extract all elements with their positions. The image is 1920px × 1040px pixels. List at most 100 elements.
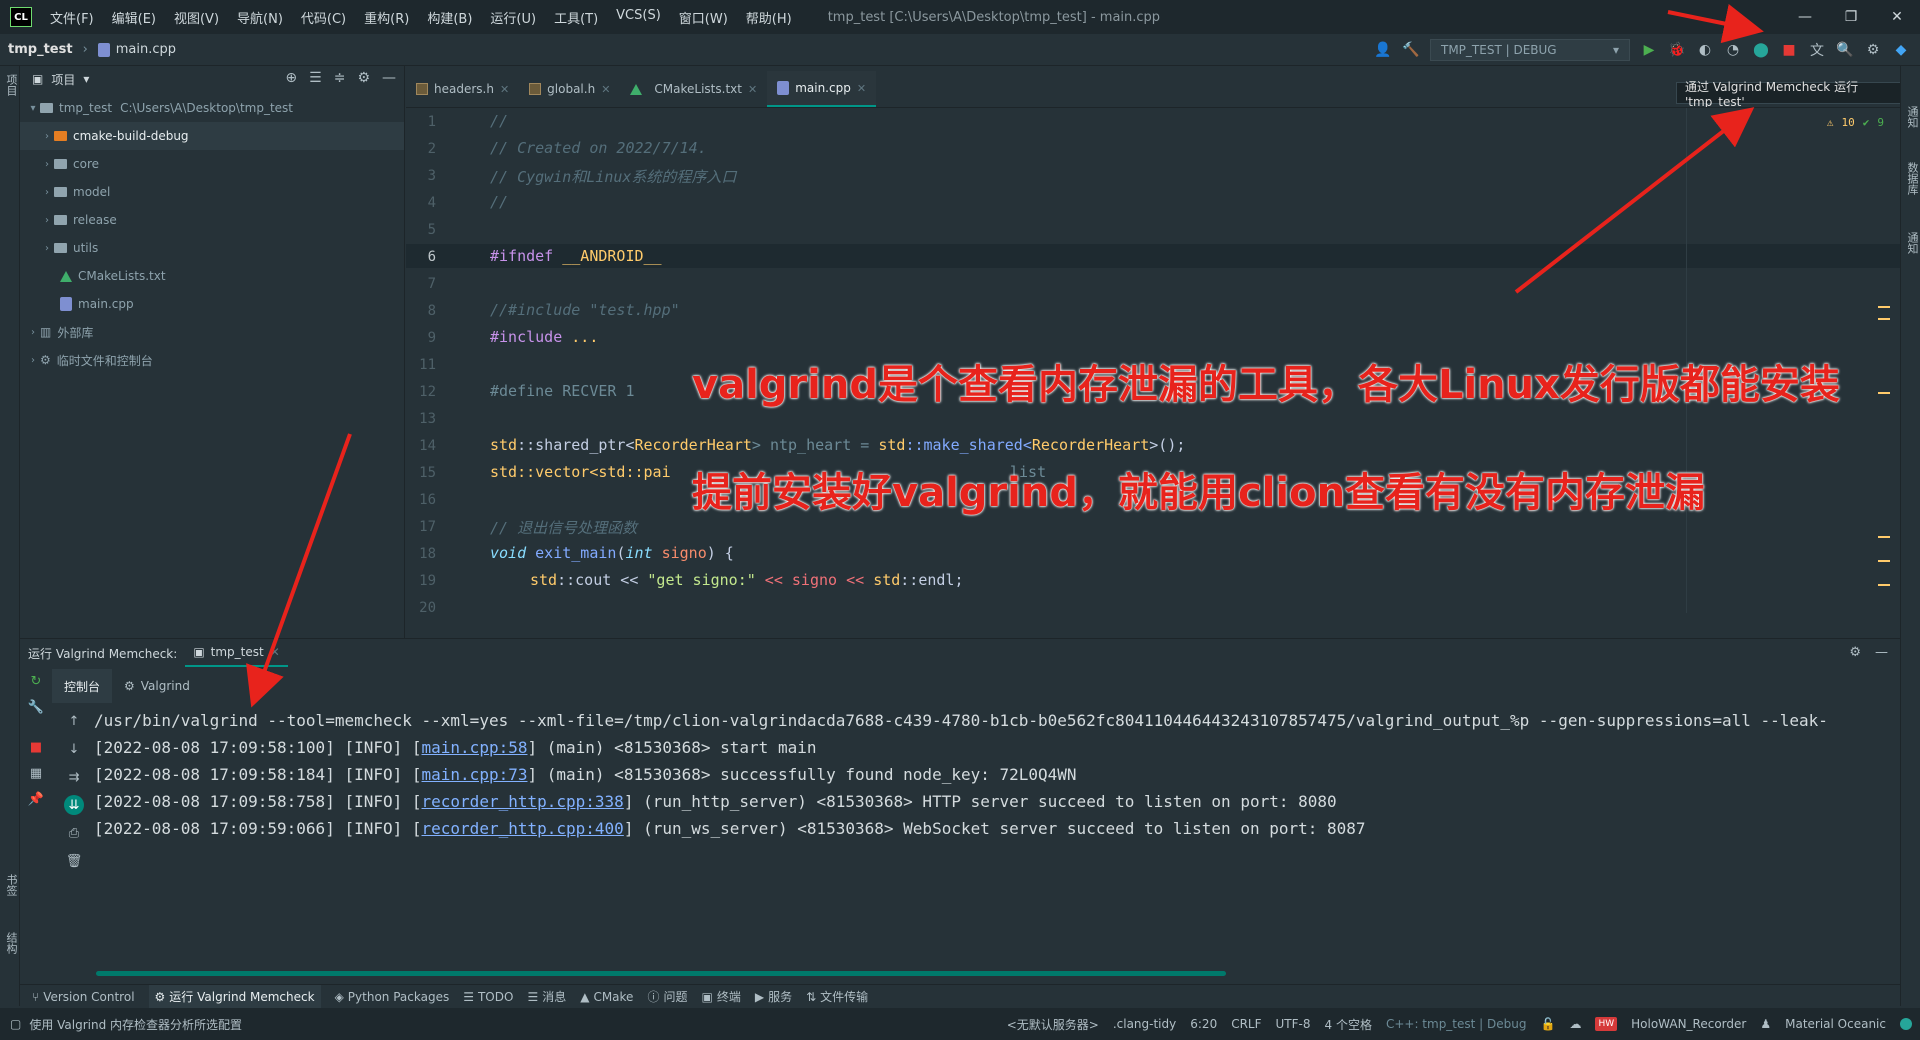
tab-main-cpp[interactable]: main.cpp ✕ bbox=[767, 71, 877, 107]
toolwindow-messages[interactable]: ☰ 消息 bbox=[527, 988, 566, 1005]
toolwindow-python-packages[interactable]: ◈ Python Packages bbox=[335, 990, 450, 1004]
search-icon[interactable]: 🔍 bbox=[1836, 41, 1854, 59]
tab-headers-h[interactable]: headers.h ✕ bbox=[406, 71, 519, 107]
toolwindow-version-control[interactable]: ⑂ Version Control bbox=[32, 990, 135, 1004]
stop-icon[interactable]: ■ bbox=[28, 739, 44, 755]
menu-view[interactable]: 视图(V) bbox=[174, 8, 219, 27]
settings-gear-icon[interactable]: ⚙ bbox=[1864, 41, 1882, 59]
tab-console[interactable]: 控制台 bbox=[52, 669, 113, 703]
source-link[interactable]: recorder_http.cpp:338 bbox=[422, 792, 624, 811]
menu-code[interactable]: 代码(C) bbox=[301, 8, 346, 27]
restore-button[interactable]: ❐ bbox=[1828, 0, 1874, 34]
arrow-down-icon[interactable]: ↓ bbox=[64, 739, 84, 759]
extension-icon[interactable]: ☁ bbox=[1569, 1017, 1581, 1031]
chevron-right-icon[interactable]: › bbox=[40, 159, 54, 170]
toolwindow-terminal[interactable]: ▣ 终端 bbox=[701, 988, 740, 1005]
stripe-notifications-tab[interactable]: 通知 bbox=[1904, 106, 1920, 128]
close-icon[interactable]: ✕ bbox=[270, 645, 280, 659]
coverage-icon[interactable]: ◐ bbox=[1696, 41, 1714, 59]
status-toggle-icon[interactable]: ▢ bbox=[10, 1017, 21, 1031]
chevron-right-icon[interactable]: › bbox=[40, 243, 54, 254]
expand-all-icon[interactable]: ☰ bbox=[309, 70, 322, 86]
lock-icon[interactable]: 🔓 bbox=[1541, 1017, 1556, 1031]
console-output[interactable]: /usr/bin/valgrind --tool=memcheck --xml=… bbox=[94, 711, 1828, 846]
chevron-right-icon[interactable]: › bbox=[40, 215, 54, 226]
tab-valgrind[interactable]: ⚙ Valgrind bbox=[112, 669, 202, 703]
chevron-right-icon[interactable]: › bbox=[26, 327, 40, 338]
menu-navigate[interactable]: 导航(N) bbox=[237, 8, 283, 27]
status-indent[interactable]: 4 个空格 bbox=[1325, 1016, 1372, 1033]
stripe-database-tab[interactable]: 数据库 bbox=[1904, 162, 1920, 195]
status-recorder[interactable]: HoloWAN_Recorder bbox=[1631, 1017, 1746, 1031]
menu-edit[interactable]: 编辑(E) bbox=[112, 8, 156, 27]
pin-icon[interactable]: 📌 bbox=[28, 791, 44, 807]
tree-item-release[interactable]: › release bbox=[20, 206, 404, 234]
wrench-icon[interactable]: 🔧 bbox=[28, 699, 44, 715]
minimize-button[interactable]: — bbox=[1782, 0, 1828, 34]
print-icon[interactable]: ⎙ bbox=[64, 823, 84, 843]
tab-cmakelists[interactable]: CMakeLists.txt ✕ bbox=[620, 71, 767, 107]
tree-item-main-cpp[interactable]: main.cpp bbox=[20, 290, 404, 318]
chevron-right-icon[interactable]: › bbox=[26, 355, 40, 366]
chevron-right-icon[interactable]: › bbox=[40, 187, 54, 198]
toolwindow-todo[interactable]: ☰ TODO bbox=[463, 990, 513, 1004]
status-caret-position[interactable]: 6:20 bbox=[1190, 1017, 1217, 1031]
stripe-notice-tab[interactable]: 通知 bbox=[1904, 232, 1920, 254]
toolwindow-services[interactable]: ▶ 服务 bbox=[755, 988, 792, 1005]
tree-item-utils[interactable]: › utils bbox=[20, 234, 404, 262]
translate-icon[interactable]: 文 bbox=[1808, 41, 1826, 59]
status-theme[interactable]: Material Oceanic bbox=[1785, 1017, 1886, 1031]
tree-item-core[interactable]: › core bbox=[20, 150, 404, 178]
tree-item-scratches[interactable]: › ⚙ 临时文件和控制台 bbox=[20, 346, 404, 374]
stripe-project-tab[interactable]: 项目 bbox=[3, 74, 19, 96]
arrow-up-icon[interactable]: ↑ bbox=[64, 711, 84, 731]
tree-item-external-libraries[interactable]: › ▥ 外部库 bbox=[20, 318, 404, 346]
toolwindow-run-valgrind[interactable]: ⚙ 运行 Valgrind Memcheck bbox=[148, 985, 321, 1008]
profile-icon[interactable]: ◔ bbox=[1724, 41, 1742, 59]
debug-icon[interactable]: 🐞 bbox=[1668, 41, 1686, 59]
source-link[interactable]: recorder_http.cpp:400 bbox=[422, 819, 624, 838]
status-server[interactable]: <无默认服务器> bbox=[1007, 1016, 1099, 1033]
gear-icon[interactable]: ⚙ bbox=[357, 70, 370, 86]
horizontal-scrollbar[interactable] bbox=[96, 971, 1226, 976]
menu-help[interactable]: 帮助(H) bbox=[746, 8, 792, 27]
toolwindow-file-transfer[interactable]: ⇅ 文件传输 bbox=[806, 988, 868, 1005]
source-link[interactable]: main.cpp:73 bbox=[422, 765, 528, 784]
close-icon[interactable]: ✕ bbox=[601, 83, 610, 96]
status-context[interactable]: C++: tmp_test | Debug bbox=[1386, 1017, 1527, 1031]
breadcrumb-file[interactable]: main.cpp bbox=[97, 42, 176, 57]
hide-icon[interactable]: — bbox=[1875, 645, 1888, 660]
locate-icon[interactable]: ⊕ bbox=[285, 70, 297, 86]
close-icon[interactable]: ✕ bbox=[857, 82, 866, 95]
close-icon[interactable]: ✕ bbox=[500, 83, 509, 96]
status-encoding[interactable]: UTF-8 bbox=[1276, 1017, 1311, 1031]
menu-tools[interactable]: 工具(T) bbox=[554, 8, 598, 27]
build-hammer-icon[interactable]: 🔨 bbox=[1402, 41, 1420, 59]
inspection-widget[interactable]: ⚠ 10 ✔ 9 bbox=[1827, 116, 1884, 129]
run-configuration-select[interactable]: TMP_TEST | DEBUG ▾ bbox=[1430, 39, 1630, 61]
toolwindow-problems[interactable]: ⓘ 问题 bbox=[647, 988, 687, 1005]
menu-build[interactable]: 构建(B) bbox=[427, 8, 472, 27]
menu-window[interactable]: 窗口(W) bbox=[679, 8, 728, 27]
hide-icon[interactable]: — bbox=[382, 70, 396, 86]
rerun-icon[interactable]: ↻ bbox=[28, 673, 44, 689]
user-icon[interactable]: 👤 bbox=[1374, 41, 1392, 59]
tree-item-cmakelists[interactable]: CMakeLists.txt bbox=[20, 262, 404, 290]
chevron-down-icon[interactable]: ▾ bbox=[83, 72, 89, 86]
scroll-to-end-icon[interactable]: ⇊ bbox=[64, 795, 84, 815]
run-icon[interactable]: ▶ bbox=[1640, 41, 1658, 59]
stripe-bookmarks-tab[interactable]: 书签 bbox=[3, 874, 19, 896]
collapse-all-icon[interactable]: ≑ bbox=[334, 70, 346, 86]
tree-item-cmake-build-debug[interactable]: › cmake-build-debug bbox=[20, 122, 404, 150]
tree-item-model[interactable]: › model bbox=[20, 178, 404, 206]
status-line-separator[interactable]: CRLF bbox=[1231, 1017, 1261, 1031]
run-tab-tmp-test[interactable]: ▣ tmp_test ✕ bbox=[185, 639, 288, 667]
valgrind-memcheck-icon[interactable]: ⬤ bbox=[1752, 41, 1770, 59]
stripe-structure-tab[interactable]: 结构 bbox=[3, 932, 19, 954]
close-button[interactable]: ✕ bbox=[1874, 0, 1920, 34]
chevron-right-icon[interactable]: › bbox=[40, 131, 54, 142]
menu-refactor[interactable]: 重构(R) bbox=[364, 8, 409, 27]
gear-icon[interactable]: ⚙ bbox=[1849, 645, 1861, 660]
trash-icon[interactable]: 🗑 bbox=[64, 851, 84, 871]
stop-icon[interactable]: ■ bbox=[1780, 41, 1798, 59]
